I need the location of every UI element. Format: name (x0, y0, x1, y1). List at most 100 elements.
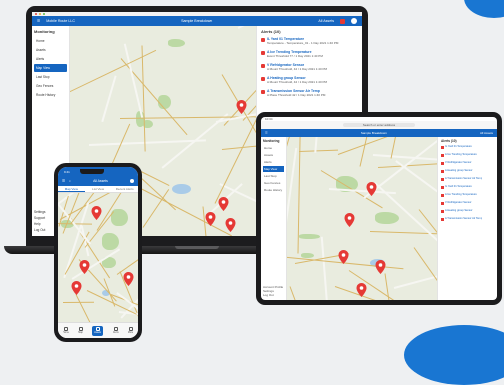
tablet-footer-log-out[interactable]: Log Out (263, 293, 283, 297)
sidebar-footer-support[interactable]: Support (34, 216, 46, 220)
road (373, 154, 437, 163)
location-pin-icon[interactable] (375, 260, 386, 274)
tablet-sidebar-item-route-history[interactable]: Route History (263, 187, 284, 193)
alert-bell-icon (441, 178, 444, 181)
location-pin-icon[interactable] (79, 260, 90, 274)
location-pin-icon[interactable] (344, 213, 355, 227)
tablet-alert-title: V Refridgerator Sensor (445, 161, 472, 165)
tablet-sidebar-item-alerts[interactable]: Alerts (263, 159, 284, 165)
road (299, 150, 338, 152)
alerts-title: Alerts (10) (261, 29, 358, 34)
phone-tabs: Map ViewList ViewRecent Alerts (58, 186, 138, 193)
tablet-sidebar-item-geo-fences[interactable]: Geo Fences (263, 180, 284, 186)
location-pin-icon[interactable] (366, 182, 377, 196)
location-pin-icon[interactable] (71, 281, 82, 295)
tablet-alert-title: A Heating group Sensor (445, 209, 473, 213)
sidebar-item-alerts[interactable]: Alerts (34, 55, 67, 63)
app-name: Mobile Route LLC (46, 19, 75, 23)
menu-icon[interactable]: ☰ (37, 19, 40, 23)
alert-list-item[interactable]: V Refridgerator SensorA Mount Threshold,… (261, 63, 358, 71)
road (287, 148, 297, 279)
phone-menu-icon[interactable]: ☰ (62, 179, 65, 183)
alert-list-item[interactable]: A Heating group SensorA Mount Threshold,… (261, 76, 358, 84)
tablet-sidebar: Monitoring HomeAssetsAlertsMap ViewLast … (261, 137, 287, 300)
alert-subtitle: Event Threshold 77 / 1 Day 2021 1:40 PM (267, 54, 361, 58)
road (287, 137, 307, 176)
alert-text: IL Yard 01 TemperatureTemperature - Temp… (267, 37, 361, 45)
location-pin-icon[interactable] (338, 250, 349, 264)
road (116, 233, 138, 274)
sidebar-item-assets[interactable]: Assets (34, 46, 67, 54)
tablet-alerts-title: Alerts (10) (441, 139, 494, 143)
phone-header-title: All Assets (75, 179, 126, 183)
tablet-alert-item[interactable]: A Transmission Sensor Air Temp (441, 217, 494, 221)
phone-tab-list-view[interactable]: List View (85, 186, 112, 192)
sidebar-footer-log-out[interactable]: Log Out (34, 228, 46, 232)
tablet-alert-item[interactable]: V Refridgerator Sensor (441, 201, 494, 205)
road (142, 45, 146, 151)
park-area (168, 39, 185, 47)
phone-nav-label: Home (63, 331, 69, 335)
tablet-device: 10:34 Search or enter address ☰ Sample B… (256, 112, 502, 305)
location-pin-icon[interactable] (123, 272, 134, 286)
alert-icon[interactable] (340, 19, 345, 24)
phone-nav-more[interactable]: More (128, 327, 133, 335)
alert-bell-icon (441, 218, 444, 221)
phone-nav-assets[interactable]: Assets (92, 326, 103, 336)
tablet-alert-item[interactable]: IL Yard 01 Temperature (441, 145, 494, 149)
location-pin-icon[interactable] (91, 206, 102, 220)
road (238, 26, 256, 29)
phone-device: 9:41 ☰ ⌕ All Assets Map ViewList ViewRec… (54, 163, 142, 342)
sidebar-item-map-view[interactable]: Map View (34, 64, 67, 72)
tablet-map[interactable] (287, 137, 437, 300)
tablet-alert-title: A Transmission Sensor Air Temp (445, 177, 482, 181)
user-avatar[interactable] (351, 18, 357, 24)
tablet-asset-selector[interactable]: All Assets (480, 131, 493, 135)
tablet-sidebar-item-assets[interactable]: Assets (263, 152, 284, 158)
tablet-alert-item[interactable]: A Ice Trending Temperature (441, 153, 494, 157)
phone-nav-map[interactable]: Map (78, 327, 83, 335)
location-pin-icon[interactable] (225, 218, 236, 232)
phone-tab-recent-alerts[interactable]: Recent Alerts (111, 186, 138, 192)
alert-list-item[interactable]: A Transmission Sensor Air TempA Place Th… (261, 89, 358, 97)
lake (172, 184, 191, 195)
phone-nav-home[interactable]: Home (63, 327, 69, 335)
location-pin-icon[interactable] (356, 283, 367, 297)
sidebar-item-last-stop[interactable]: Last Stop (34, 73, 67, 81)
location-pin-icon[interactable] (236, 100, 247, 114)
asset-selector[interactable]: All Assets (318, 19, 334, 23)
tablet-alert-item[interactable]: A Ice Trending Temperature (441, 193, 494, 197)
phone-tab-map-view[interactable]: Map View (58, 186, 85, 192)
alert-bell-icon (441, 170, 444, 173)
phone-nav-alerts[interactable]: Alerts (113, 327, 119, 335)
tablet-search-input[interactable]: Search or enter address (343, 123, 415, 127)
sidebar-title: Monitoring (34, 29, 67, 34)
sidebar-item-geo-fences[interactable]: Geo Fences (34, 82, 67, 90)
laptop-app-header: ☰ Mobile Route LLC Sample Breakdown All … (32, 16, 362, 26)
sidebar-item-route-history[interactable]: Route History (34, 91, 67, 99)
alert-subtitle: A Mount Threshold, 42 / 1 Day 2021 1:40 … (267, 67, 361, 71)
phone-time: 9:41 (64, 170, 70, 174)
location-pin-icon[interactable] (205, 212, 216, 226)
sidebar-footer-settings[interactable]: Settings (34, 210, 46, 214)
sidebar-item-home[interactable]: Home (34, 37, 67, 45)
alert-text: A Ice Trending TemperatureEvent Threshol… (267, 50, 361, 58)
tablet-alert-item[interactable]: A Heating group Sensor (441, 209, 494, 213)
tablet-sidebar-item-last-stop[interactable]: Last Stop (263, 173, 284, 179)
tablet-alert-item[interactable]: A Heating group Sensor (441, 169, 494, 173)
phone-alert-icon[interactable] (130, 179, 134, 183)
phone-search-icon[interactable]: ⌕ (69, 179, 71, 183)
alert-list-item[interactable]: IL Yard 01 TemperatureTemperature - Temp… (261, 37, 358, 45)
alert-bell-icon (441, 186, 444, 189)
tablet-menu-icon[interactable]: ☰ (265, 131, 268, 135)
tablet-alert-item[interactable]: V Refridgerator Sensor (441, 161, 494, 165)
tablet-sidebar-item-home[interactable]: Home (263, 145, 284, 151)
tablet-screen: 10:34 Search or enter address ☰ Sample B… (261, 117, 497, 300)
alert-list-item[interactable]: A Ice Trending TemperatureEvent Threshol… (261, 50, 358, 58)
sidebar-footer-help[interactable]: Help (34, 222, 46, 226)
phone-map[interactable] (58, 193, 138, 322)
tablet-alert-item[interactable]: IL Yard 01 Temperature (441, 185, 494, 189)
location-pin-icon[interactable] (218, 197, 229, 211)
tablet-alert-item[interactable]: A Transmission Sensor Air Temp (441, 177, 494, 181)
tablet-sidebar-item-map-view[interactable]: Map View (263, 166, 284, 172)
